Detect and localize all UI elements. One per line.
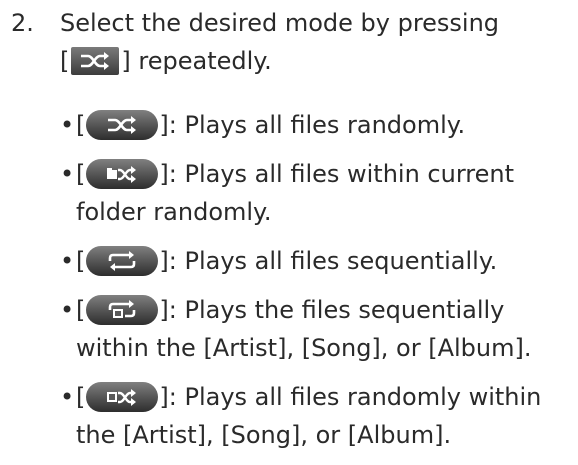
- bullet: •: [60, 296, 75, 324]
- repeat-group-button: [86, 295, 159, 325]
- step-button-line: [ ] repeatedly.: [60, 47, 272, 75]
- step-instruction: Select the desired mode by pressing [ ] …: [60, 4, 570, 80]
- mode-item-shuffle-folder: • [ ]: Plays all files within current fo…: [60, 155, 572, 231]
- bracket-close: ]: [121, 47, 131, 75]
- bracket-open: [: [76, 247, 86, 275]
- bracket-close: ]: [159, 296, 169, 324]
- step-number: 2.: [11, 9, 34, 37]
- bracket-open: [: [76, 383, 86, 411]
- mode-description: : Plays all files randomly.: [168, 111, 466, 139]
- mode-item-shuffle-group: • [ ]: Plays all files randomly within t…: [60, 378, 572, 454]
- repeat-icon: [109, 251, 136, 271]
- shuffle-folder-button: [86, 159, 159, 189]
- bullet: •: [60, 160, 75, 188]
- step-text-before: Select the desired mode by pressing: [60, 9, 500, 37]
- shuffle-icon: [108, 116, 137, 134]
- bracket-open: [: [60, 47, 70, 75]
- bracket-close: ]: [159, 383, 169, 411]
- folder-shuffle-icon: [107, 166, 137, 183]
- shuffle-group-button: [86, 382, 159, 412]
- bullet: •: [60, 383, 75, 411]
- step-text-after: repeatedly.: [138, 47, 272, 75]
- shuffle-button: [71, 47, 120, 75]
- mode-item-repeat-group: • [ ]: Plays the files sequentially with…: [60, 291, 572, 367]
- repeat-all-button: [86, 246, 159, 276]
- mode-item-shuffle-all: • [ ]: Plays all files randomly.: [60, 106, 572, 144]
- mode-item-repeat-all: • [ ]: Plays all files sequentially.: [60, 242, 572, 280]
- bracket-open: [: [76, 111, 86, 139]
- shuffle-all-button: [86, 110, 159, 140]
- group-shuffle-icon: [107, 389, 137, 406]
- bracket-close: ]: [159, 160, 169, 188]
- bracket-open: [: [76, 160, 86, 188]
- bracket-close: ]: [159, 111, 169, 139]
- bullet: •: [60, 111, 75, 139]
- group-repeat-icon: [109, 300, 136, 318]
- bracket-open: [: [76, 296, 86, 324]
- bullet: •: [60, 247, 75, 275]
- bracket-close: ]: [159, 247, 169, 275]
- mode-description: : Plays all files sequentially.: [168, 247, 498, 275]
- shuffle-icon: [81, 52, 110, 70]
- mode-list: • [ ]: Plays all files randomly. • [ ]: …: [60, 106, 572, 465]
